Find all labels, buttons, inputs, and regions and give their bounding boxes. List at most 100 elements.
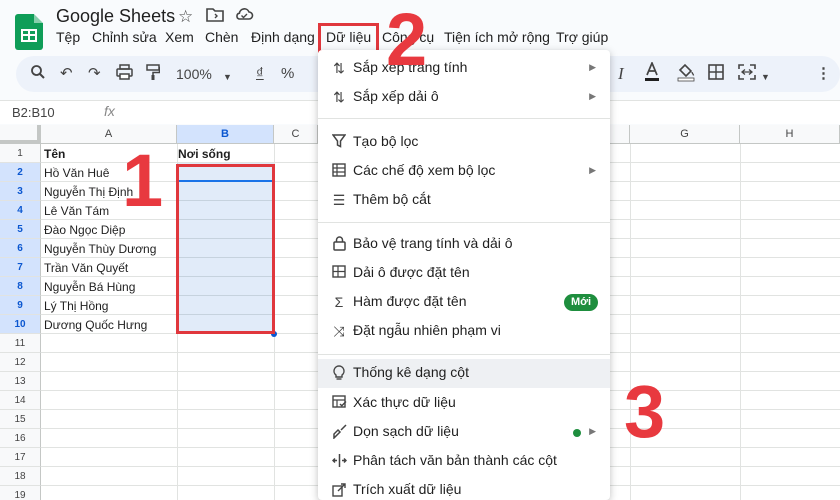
row-header[interactable]: 10 [0, 315, 41, 334]
annotation-number-1: 1 [122, 139, 164, 222]
menu-divider [318, 222, 610, 223]
undo-icon[interactable]: ↶ [60, 64, 73, 84]
menu-edit[interactable]: Chỉnh sửa [92, 29, 157, 45]
more-options-icon[interactable]: ⋮ [816, 64, 831, 84]
menu-item-label: Sắp xếp dải ô [353, 88, 439, 104]
app-window: Google Sheets ☆ Tệp Chỉnh sửa Xem Chèn Đ… [0, 0, 840, 500]
fill-color-icon[interactable] [677, 62, 695, 88]
menu-insert[interactable]: Chèn [205, 29, 238, 45]
cell-b1[interactable]: Nơi sống [178, 145, 231, 164]
filter-views-icon [330, 163, 348, 181]
cell-a2[interactable]: Hồ Văn Huê [44, 164, 109, 183]
menu-item-filter-views[interactable]: Các chế độ xem bộ lọc ▶ [318, 157, 610, 186]
row-header[interactable]: 14 [0, 391, 41, 410]
name-box[interactable]: B2:B10 [12, 105, 55, 120]
redo-icon[interactable]: ↷ [88, 64, 101, 84]
percent-format-button[interactable]: % [281, 64, 294, 84]
menu-item-label: Đặt ngẫu nhiên phạm vi [353, 322, 501, 338]
cloud-status-icon[interactable] [234, 6, 254, 28]
row-header[interactable]: 16 [0, 429, 41, 448]
merge-dropdown-icon[interactable]: ▼ [761, 67, 770, 87]
star-icon[interactable]: ☆ [178, 6, 193, 28]
cell-a5[interactable]: Đào Ngọc Diệp [44, 221, 125, 240]
menu-item-extract-data[interactable]: Trích xuất dữ liệu [318, 476, 610, 500]
currency-format-button[interactable]: ₫ [256, 64, 264, 84]
column-header-h[interactable]: H [740, 125, 840, 144]
submenu-arrow-icon: ▶ [589, 62, 596, 72]
menu-item-data-validation[interactable]: Xác thực dữ liệu [318, 389, 610, 418]
menu-item-create-filter[interactable]: Tạo bộ lọc [318, 128, 610, 157]
column-header-g[interactable]: G [630, 125, 740, 144]
row-header[interactable]: 7 [0, 258, 41, 277]
cell-a4[interactable]: Lê Văn Tám [44, 202, 109, 221]
row-header[interactable]: 15 [0, 410, 41, 429]
cell-a3[interactable]: Nguyễn Thị Định [44, 183, 133, 202]
submenu-arrow-icon: ▶ [589, 426, 596, 436]
menu-item-label: Thêm bộ cắt [353, 191, 431, 207]
menu-help[interactable]: Trợ giúp [556, 29, 608, 45]
print-icon[interactable] [116, 64, 133, 86]
borders-icon[interactable] [708, 64, 724, 86]
cell-a9[interactable]: Lý Thị Hồng [44, 297, 108, 316]
menu-divider [318, 118, 610, 119]
menu-extensions[interactable]: Tiện ích mở rộng [444, 29, 550, 45]
slicer-icon: ☰ [332, 192, 346, 208]
document-title[interactable]: Google Sheets [56, 6, 175, 27]
row-header[interactable]: 5 [0, 220, 41, 239]
menu-item-data-cleanup[interactable]: Dọn sạch dữ liệu ▶ [318, 418, 610, 447]
row-header[interactable]: 6 [0, 239, 41, 258]
row-header[interactable]: 12 [0, 353, 41, 372]
column-header-f[interactable] [610, 125, 630, 144]
cell-a7[interactable]: Trần Văn Quyết [44, 259, 128, 278]
column-header-c[interactable]: C [274, 125, 318, 144]
menu-view[interactable]: Xem [165, 29, 194, 45]
row-header[interactable]: 8 [0, 277, 41, 296]
row-header[interactable]: 13 [0, 372, 41, 391]
cell-a6[interactable]: Nguyễn Thùy Dương [44, 240, 156, 259]
search-menus-icon[interactable] [30, 64, 46, 86]
menu-format[interactable]: Định dạng [251, 29, 315, 45]
menu-item-label: Phân tách văn bản thành các cột [353, 452, 557, 468]
cell-a10[interactable]: Dương Quốc Hưng [44, 316, 147, 335]
row-header[interactable]: 1 [0, 144, 41, 163]
menu-item-split-text[interactable]: Phân tách văn bản thành các cột [318, 447, 610, 476]
italic-icon[interactable]: I [618, 64, 624, 84]
sort-icon: ⇅ [333, 60, 345, 76]
menu-item-add-slicer[interactable]: ☰ Thêm bộ cắt [318, 186, 610, 215]
menu-divider [318, 354, 610, 355]
menu-item-label: Dọn sạch dữ liệu [353, 423, 459, 439]
move-folder-icon[interactable] [206, 6, 224, 28]
row-header[interactable]: 3 [0, 182, 41, 201]
menu-item-named-ranges[interactable]: Dải ô được đặt tên [318, 259, 610, 288]
col-divider [740, 144, 741, 500]
zoom-select[interactable]: 100% [176, 64, 212, 84]
paint-format-icon[interactable] [146, 64, 161, 87]
menu-item-column-stats[interactable]: Thống kê dạng cột [318, 359, 610, 388]
row-header[interactable]: 4 [0, 201, 41, 220]
text-color-icon[interactable] [644, 60, 660, 88]
menu-item-sort-sheet[interactable]: ⇅ Sắp xếp trang tính ▶ [318, 54, 610, 83]
cell-a1[interactable]: Tên [44, 145, 65, 164]
row-header[interactable]: 2 [0, 163, 41, 182]
menu-item-protect[interactable]: Bảo vệ trang tính và dải ô [318, 230, 610, 259]
data-menu-dropdown: ⇅ Sắp xếp trang tính ▶ ⇅ Sắp xếp dải ô ▶… [318, 50, 610, 500]
row-header[interactable]: 18 [0, 467, 41, 486]
zoom-dropdown-icon[interactable]: ▼ [223, 67, 232, 87]
row-header[interactable]: 9 [0, 296, 41, 315]
submenu-arrow-icon: ▶ [589, 165, 596, 175]
select-all-corner[interactable] [0, 125, 41, 144]
menu-item-named-functions[interactable]: Σ Hàm được đặt tên Mới [318, 288, 610, 317]
column-header-b[interactable]: B [177, 125, 274, 144]
sheets-logo-icon[interactable] [15, 14, 43, 50]
cell-a8[interactable]: Nguyễn Bá Hùng [44, 278, 135, 297]
row-header[interactable]: 11 [0, 334, 41, 353]
row-header[interactable]: 17 [0, 448, 41, 467]
merge-cells-icon[interactable] [738, 64, 756, 86]
extract-icon [330, 482, 348, 500]
menu-item-label: Tạo bộ lọc [353, 133, 419, 149]
menu-item-sort-range[interactable]: ⇅ Sắp xếp dải ô ▶ [318, 83, 610, 112]
menu-item-label: Các chế độ xem bộ lọc [353, 162, 496, 178]
menu-file[interactable]: Tệp [56, 29, 80, 45]
row-header[interactable]: 19 [0, 486, 41, 500]
menu-item-randomize-range[interactable]: ⤨ Đặt ngẫu nhiên phạm vi [318, 317, 610, 346]
